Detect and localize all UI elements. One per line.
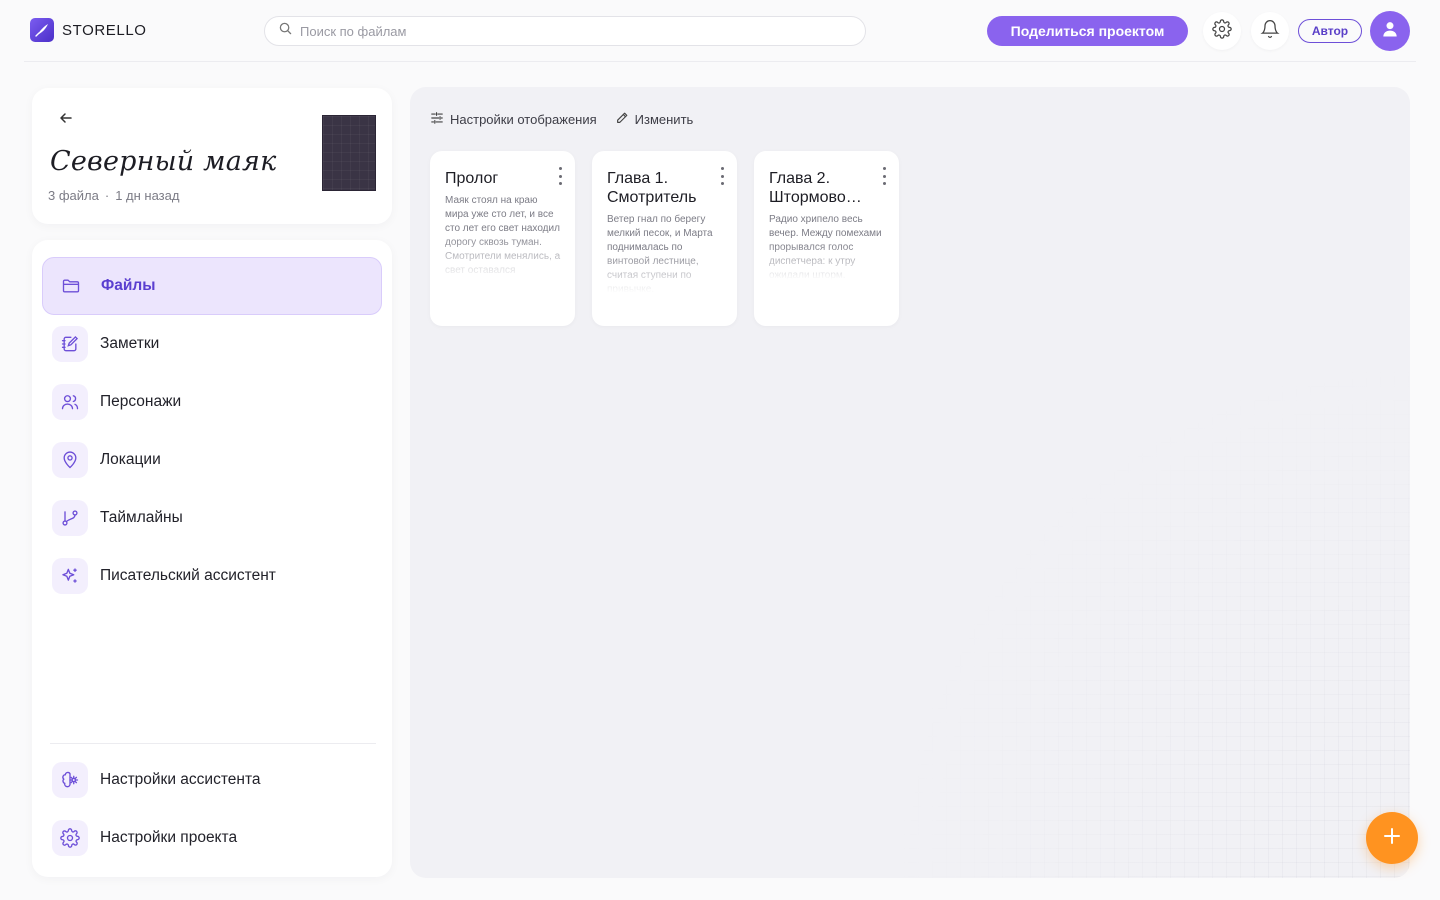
sidebar-item-label: Файлы bbox=[101, 277, 156, 294]
file-title: Глава 1. Смотритель bbox=[607, 170, 697, 206]
files-panel: Настройки отображения Изменить Пролог Ма… bbox=[410, 87, 1410, 878]
sliders-icon bbox=[430, 111, 444, 128]
gear-icon bbox=[1212, 18, 1232, 44]
sidebar-item-locations[interactable]: Локации bbox=[42, 431, 382, 489]
map-pin-icon bbox=[52, 442, 88, 478]
role-badge[interactable]: Автор bbox=[1298, 19, 1362, 43]
top-header: STORELLO Поделиться проектом Автор bbox=[24, 0, 1416, 62]
brain-cog-icon bbox=[52, 762, 88, 798]
edit-label: Изменить bbox=[634, 112, 694, 127]
sidebar-item-label: Писательский ассистент bbox=[100, 567, 276, 584]
grid-background bbox=[890, 358, 1410, 878]
project-cover-image[interactable] bbox=[322, 115, 376, 191]
more-vertical-icon[interactable] bbox=[555, 167, 565, 185]
sidebar-item-assistant-settings[interactable]: Настройки ассистента bbox=[42, 751, 382, 809]
display-settings-button[interactable]: Настройки отображения bbox=[430, 111, 597, 128]
git-branch-icon bbox=[52, 500, 88, 536]
share-project-button[interactable]: Поделиться проектом bbox=[987, 16, 1188, 46]
brand-name: STORELLO bbox=[62, 21, 147, 39]
sidebar-nav: Файлы Заметки Персонажи Локации Таймлайн… bbox=[32, 240, 392, 877]
sidebar-item-project-settings[interactable]: Настройки проекта bbox=[42, 809, 382, 867]
sidebar-item-files[interactable]: Файлы bbox=[42, 257, 382, 315]
avatar[interactable] bbox=[1370, 11, 1410, 51]
meta-separator: · bbox=[104, 188, 110, 203]
project-card: Северный маяк 3 файла · 1 дн назад bbox=[32, 88, 392, 224]
pencil-icon bbox=[615, 111, 629, 128]
updated-time: 1 дн назад bbox=[115, 188, 180, 203]
sidebar-item-label: Заметки bbox=[100, 335, 160, 352]
nav-divider bbox=[50, 743, 376, 744]
search-bar bbox=[264, 16, 866, 46]
file-card[interactable]: Глава 1. Смотритель Ветер гнал по берегу… bbox=[592, 151, 737, 326]
project-title: Северный маяк bbox=[50, 146, 277, 177]
edit-button[interactable]: Изменить bbox=[615, 111, 694, 128]
file-excerpt: Радио хрипело весь вечер. Между помехами… bbox=[769, 214, 882, 281]
add-file-button[interactable] bbox=[1366, 812, 1418, 864]
search-icon bbox=[279, 22, 292, 40]
more-vertical-icon[interactable] bbox=[717, 167, 727, 185]
files-toolbar: Настройки отображения Изменить bbox=[430, 111, 693, 128]
arrow-left-icon bbox=[58, 110, 74, 131]
bell-icon bbox=[1260, 19, 1280, 44]
file-title: Пролог bbox=[445, 170, 499, 187]
quill-logo-icon bbox=[30, 18, 54, 42]
user-icon bbox=[1380, 19, 1400, 44]
notebook-edit-icon bbox=[52, 326, 88, 362]
sidebar-item-timelines[interactable]: Таймлайны bbox=[42, 489, 382, 547]
file-excerpt: Ветер гнал по берегу мелкий песок, и Мар… bbox=[607, 214, 713, 295]
sidebar-item-label: Таймлайны bbox=[100, 509, 183, 526]
folder-icon bbox=[53, 268, 89, 304]
sidebar-item-characters[interactable]: Персонажи bbox=[42, 373, 382, 431]
file-card[interactable]: Пролог Маяк стоял на краю мира уже сто л… bbox=[430, 151, 575, 326]
file-excerpt: Маяк стоял на краю мира уже сто лет, и в… bbox=[445, 195, 561, 284]
back-button[interactable] bbox=[54, 108, 78, 132]
search-input[interactable] bbox=[300, 23, 820, 39]
sidebar-item-label: Настройки ассистента bbox=[100, 771, 261, 788]
sidebar-item-writing-assistant[interactable]: Писательский ассистент bbox=[42, 547, 382, 605]
display-settings-label: Настройки отображения bbox=[450, 112, 597, 127]
gear-icon bbox=[52, 820, 88, 856]
sparkles-icon bbox=[52, 558, 88, 594]
settings-button[interactable] bbox=[1203, 12, 1241, 50]
plus-icon bbox=[1382, 826, 1402, 851]
file-card[interactable]: Глава 2. Штормово… Радио хрипело весь ве… bbox=[754, 151, 899, 326]
file-title: Глава 2. Штормово… bbox=[769, 170, 862, 206]
users-icon bbox=[52, 384, 88, 420]
file-count: 3 файла bbox=[48, 188, 99, 203]
sidebar-item-label: Персонажи bbox=[100, 393, 182, 410]
brand-logo[interactable]: STORELLO bbox=[30, 18, 147, 42]
sidebar-item-label: Локации bbox=[100, 451, 161, 468]
sidebar-item-notes[interactable]: Заметки bbox=[42, 315, 382, 373]
more-vertical-icon[interactable] bbox=[879, 167, 889, 185]
notifications-button[interactable] bbox=[1251, 12, 1289, 50]
sidebar-item-label: Настройки проекта bbox=[100, 829, 238, 846]
project-meta: 3 файла · 1 дн назад bbox=[48, 188, 179, 203]
